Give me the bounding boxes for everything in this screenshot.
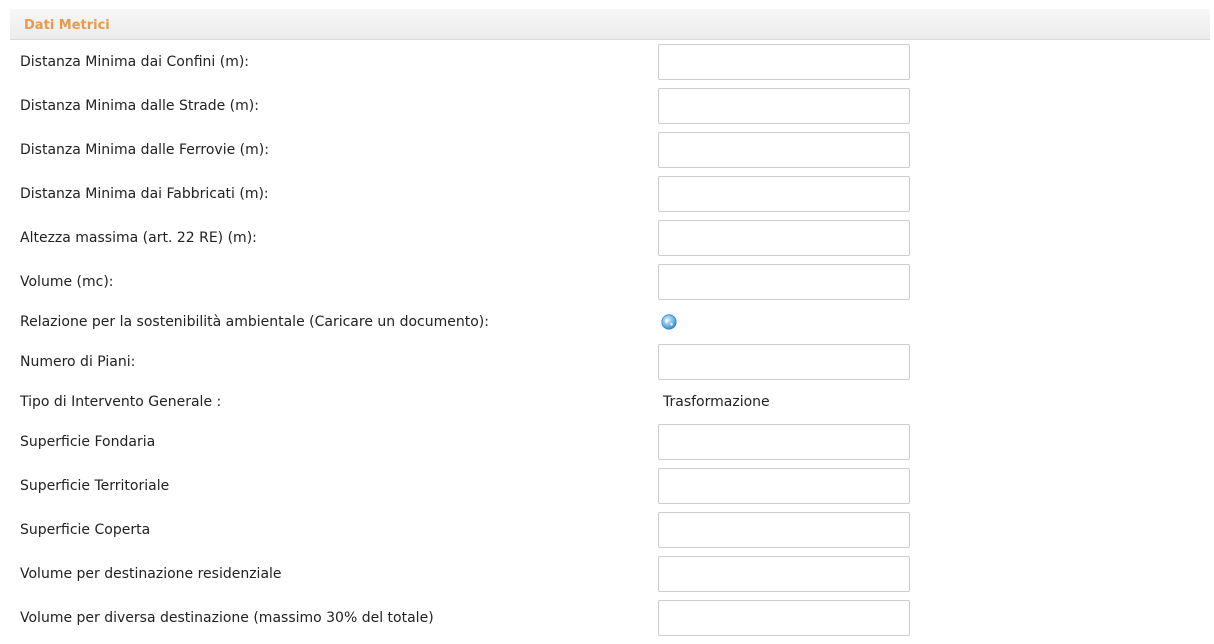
globe-icon xyxy=(661,314,677,330)
numero-piani-input[interactable] xyxy=(658,344,910,380)
tipo-intervento-value: Trasformazione xyxy=(663,394,770,410)
form-row-altezza-massima: Altezza massima (art. 22 RE) (m): xyxy=(10,216,1210,260)
form-row-superficie-coperta: Superficie Coperta xyxy=(10,508,1210,552)
field-label: Altezza massima (art. 22 RE) (m): xyxy=(20,230,257,246)
form-row-relazione-sostenibilita: Relazione per la sostenibilità ambiental… xyxy=(10,304,1210,340)
field-label: Superficie Coperta xyxy=(20,522,151,538)
globe-upload-icon[interactable] xyxy=(661,314,677,330)
distanza-strade-input[interactable] xyxy=(658,88,910,124)
field-label: Relazione per la sostenibilità ambiental… xyxy=(20,314,489,330)
form-row-volume-diversa-destinazione: Volume per diversa destinazione (massimo… xyxy=(10,596,1210,640)
form-rows: Distanza Minima dai Confini (m): Distanz… xyxy=(10,40,1210,640)
form-row-numero-piani: Numero di Piani: xyxy=(10,340,1210,384)
superficie-fondaria-input[interactable] xyxy=(658,424,910,460)
field-label: Volume (mc): xyxy=(20,274,114,290)
field-label: Numero di Piani: xyxy=(20,354,136,370)
field-label: Distanza Minima dalle Ferrovie (m): xyxy=(20,142,269,158)
volume-input[interactable] xyxy=(658,264,910,300)
distanza-fabbricati-input[interactable] xyxy=(658,176,910,212)
form-row-distanza-fabbricati: Distanza Minima dai Fabbricati (m): xyxy=(10,172,1210,216)
distanza-ferrovie-input[interactable] xyxy=(658,132,910,168)
altezza-massima-input[interactable] xyxy=(658,220,910,256)
field-label: Distanza Minima dai Fabbricati (m): xyxy=(20,186,269,202)
form-row-superficie-fondaria: Superficie Fondaria xyxy=(10,420,1210,464)
distanza-confini-input[interactable] xyxy=(658,44,910,80)
dati-metrici-section: Dati Metrici Distanza Minima dai Confini… xyxy=(10,9,1210,640)
form-row-distanza-strade: Distanza Minima dalle Strade (m): xyxy=(10,84,1210,128)
field-label: Distanza Minima dai Confini (m): xyxy=(20,54,250,70)
form-row-superficie-territoriale: Superficie Territoriale xyxy=(10,464,1210,508)
field-label: Volume per diversa destinazione (massimo… xyxy=(20,610,434,626)
section-title: Dati Metrici xyxy=(24,18,110,33)
field-label: Superficie Fondaria xyxy=(20,434,156,450)
field-label: Volume per destinazione residenziale xyxy=(20,566,282,582)
superficie-territoriale-input[interactable] xyxy=(658,468,910,504)
superficie-coperta-input[interactable] xyxy=(658,512,910,548)
volume-residenziale-input[interactable] xyxy=(658,556,910,592)
form-row-volume-residenziale: Volume per destinazione residenziale xyxy=(10,552,1210,596)
volume-diversa-destinazione-input[interactable] xyxy=(658,600,910,636)
section-header: Dati Metrici xyxy=(10,9,1210,40)
field-label: Tipo di Intervento Generale : xyxy=(20,394,222,410)
form-row-distanza-confini: Distanza Minima dai Confini (m): xyxy=(10,40,1210,84)
form-row-volume: Volume (mc): xyxy=(10,260,1210,304)
form-row-distanza-ferrovie: Distanza Minima dalle Ferrovie (m): xyxy=(10,128,1210,172)
form-row-tipo-intervento: Tipo di Intervento Generale : Trasformaz… xyxy=(10,384,1210,420)
field-label: Distanza Minima dalle Strade (m): xyxy=(20,98,259,114)
field-label: Superficie Territoriale xyxy=(20,478,170,494)
